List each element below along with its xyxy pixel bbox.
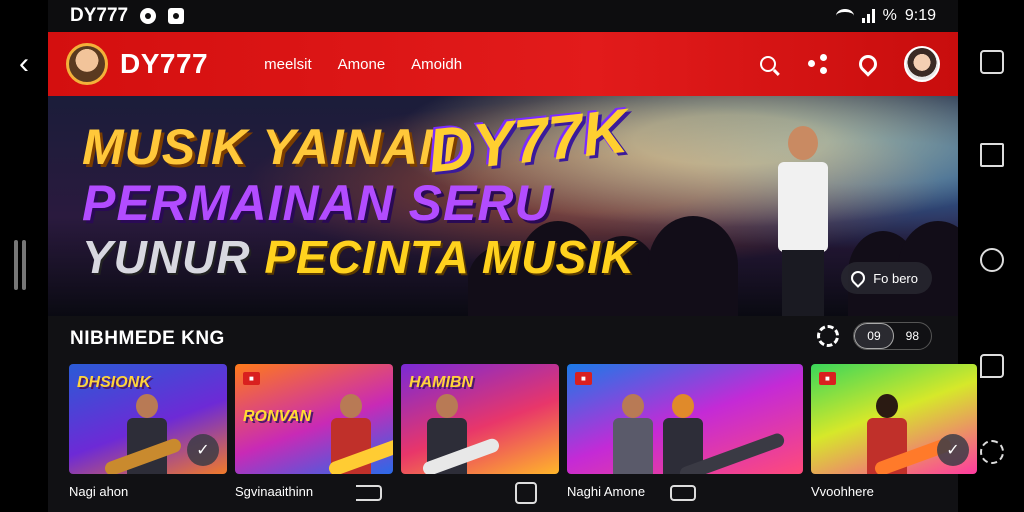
- overview-square-icon[interactable]: [980, 143, 1004, 167]
- hero-headline-1: MUSIK YAINAN: [82, 119, 457, 175]
- top-nav: meelsit Amone Amoidh: [264, 56, 462, 73]
- battery-text: %: [882, 7, 897, 24]
- recents-nav-icon[interactable]: [515, 482, 537, 504]
- card-label: Vvoohhere: [811, 484, 874, 499]
- toggle-option-1[interactable]: 09: [854, 323, 894, 349]
- check-icon[interactable]: ✓: [187, 434, 219, 466]
- back-nav-icon[interactable]: [356, 485, 382, 501]
- status-app-name: DY777: [70, 5, 129, 26]
- location-pin-icon: [848, 268, 869, 288]
- card-badge: ■: [243, 372, 260, 385]
- card-art-title: DHSIONK: [77, 374, 151, 391]
- screenshot-icon[interactable]: [980, 50, 1004, 74]
- app-notification-icon: [168, 8, 185, 24]
- music-card[interactable]: ■ RONVAN: [235, 364, 393, 474]
- brand-title[interactable]: DY777: [120, 48, 208, 80]
- home-circle-icon[interactable]: [980, 248, 1004, 272]
- nav-item-2[interactable]: Amone: [338, 56, 386, 73]
- music-card[interactable]: ■: [567, 364, 803, 474]
- nav-item-3[interactable]: Amoidh: [411, 56, 462, 73]
- view-toggle[interactable]: 09 98: [853, 322, 932, 350]
- card-row: DHSIONK ✓ ■ RONVAN HAMIBN ■ ■ ✓: [69, 364, 977, 474]
- settings-gear-icon[interactable]: [980, 440, 1004, 464]
- check-icon[interactable]: ✓: [937, 434, 969, 466]
- clock: 9:19: [904, 7, 936, 24]
- nav-item-1[interactable]: meelsit: [264, 56, 312, 73]
- section-title: NIBHMEDE KNG: [70, 328, 225, 349]
- left-rail: ‹: [0, 0, 48, 512]
- hero-banner[interactable]: MUSIK YAINAN DY77K PERMAINAN SERU YUNUR …: [48, 96, 958, 316]
- card-art-title: HAMIBN: [409, 374, 473, 391]
- app-header: DY777 meelsit Amone Amoidh: [48, 32, 958, 96]
- music-card[interactable]: DHSIONK ✓: [69, 364, 227, 474]
- card-art-title: RONVAN: [243, 408, 312, 425]
- hero-headline-3a: YUNUR: [82, 231, 251, 283]
- card-badge: ■: [819, 372, 836, 385]
- location-label: Fo bero: [873, 270, 918, 286]
- card-label: Nagi ahon: [69, 484, 129, 499]
- music-card[interactable]: HAMIBN: [401, 364, 559, 474]
- guitarist-art: [607, 394, 657, 474]
- location-pin-icon[interactable]: [854, 50, 882, 78]
- share-icon[interactable]: [804, 50, 832, 78]
- music-card[interactable]: ■ ✓: [811, 364, 977, 474]
- logo-avatar[interactable]: [66, 43, 108, 85]
- hero-headline-2: PERMAINAN SERU: [82, 175, 552, 231]
- chat-bubble-icon[interactable]: [980, 354, 1004, 378]
- notification-icon: [140, 8, 157, 24]
- hero-headline-3b: PECINTA MUSIK: [264, 231, 636, 283]
- location-pill[interactable]: Fo bero: [841, 262, 932, 294]
- system-nav: [356, 480, 696, 506]
- back-arrow-icon[interactable]: ‹: [10, 47, 38, 80]
- status-bar: DY777 % 9:19: [48, 0, 958, 32]
- hero-headline-3: YUNUR PECINTA MUSIK: [82, 230, 635, 284]
- performer-figure: [768, 126, 838, 316]
- signal-icon: [861, 9, 875, 23]
- wifi-icon: [835, 9, 854, 23]
- user-avatar[interactable]: [904, 46, 940, 82]
- drag-handle[interactable]: [14, 240, 28, 290]
- card-badge: ■: [575, 372, 592, 385]
- home-nav-icon[interactable]: [670, 485, 696, 501]
- toggle-option-2[interactable]: 98: [894, 323, 931, 349]
- search-icon[interactable]: [754, 50, 782, 78]
- gear-icon[interactable]: [817, 325, 840, 347]
